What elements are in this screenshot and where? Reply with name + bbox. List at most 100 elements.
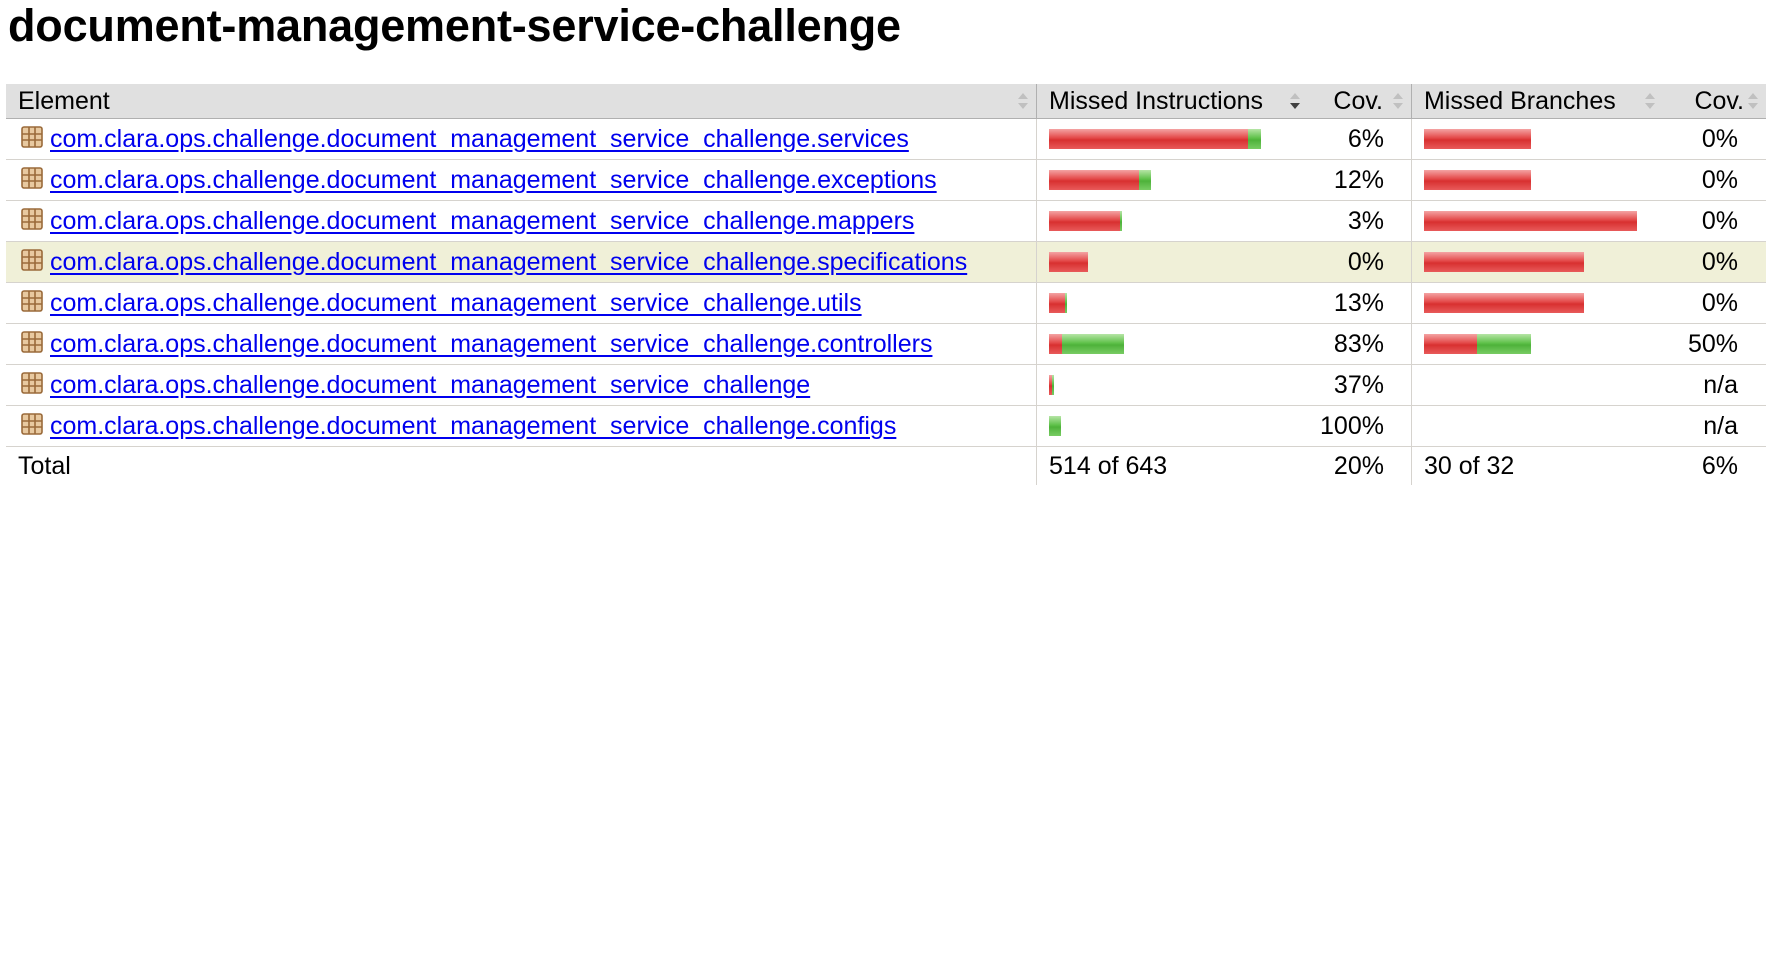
table-header-row: Element Missed Instructions Cov. Missed … bbox=[6, 84, 1766, 119]
element-cell: com.clara.ops.challenge.document_managem… bbox=[6, 282, 1038, 324]
total-label: Total bbox=[6, 446, 1038, 485]
missed-branches-cell bbox=[1411, 323, 1664, 365]
element-cell: com.clara.ops.challenge.document_managem… bbox=[6, 241, 1038, 283]
element-cell: com.clara.ops.challenge.document_managem… bbox=[6, 323, 1038, 365]
branches-coverage: 0% bbox=[1663, 241, 1766, 283]
element-cell: com.clara.ops.challenge.document_managem… bbox=[6, 405, 1038, 447]
instructions-coverage: 37% bbox=[1308, 364, 1412, 406]
branches-coverage: n/a bbox=[1663, 405, 1766, 447]
covered-segment bbox=[1062, 334, 1125, 354]
instructions-bar bbox=[1049, 252, 1296, 272]
branches-coverage: 0% bbox=[1663, 159, 1766, 201]
missed-segment bbox=[1049, 129, 1249, 149]
missed-branches-cell bbox=[1411, 118, 1664, 160]
missed-instructions-cell bbox=[1036, 118, 1309, 160]
header-cov-instructions-label: Cov. bbox=[1333, 86, 1383, 115]
missed-branches-cell bbox=[1411, 364, 1664, 406]
package-link[interactable]: com.clara.ops.challenge.document_managem… bbox=[50, 207, 914, 235]
instructions-coverage: 83% bbox=[1308, 323, 1412, 365]
missed-branches-cell bbox=[1411, 200, 1664, 242]
header-missed-instructions[interactable]: Missed Instructions bbox=[1036, 84, 1309, 119]
instructions-coverage: 12% bbox=[1308, 159, 1412, 201]
missed-instructions-cell bbox=[1036, 405, 1309, 447]
instructions-coverage: 3% bbox=[1308, 200, 1412, 242]
header-cov-branches[interactable]: Cov. bbox=[1663, 84, 1766, 119]
missed-segment bbox=[1049, 170, 1140, 190]
package-icon bbox=[20, 289, 44, 313]
covered-segment bbox=[1049, 416, 1062, 436]
branches-coverage: 50% bbox=[1663, 323, 1766, 365]
sort-icon[interactable] bbox=[1746, 90, 1760, 112]
package-link[interactable]: com.clara.ops.challenge.document_managem… bbox=[50, 412, 896, 440]
missed-instructions-cell bbox=[1036, 241, 1309, 283]
element-cell: com.clara.ops.challenge.document_managem… bbox=[6, 159, 1038, 201]
missed-segment bbox=[1049, 293, 1066, 313]
instructions-bar bbox=[1049, 416, 1296, 436]
branches-bar bbox=[1424, 375, 1651, 395]
element-cell: com.clara.ops.challenge.document_managem… bbox=[6, 118, 1038, 160]
instructions-coverage: 0% bbox=[1308, 241, 1412, 283]
package-icon bbox=[20, 412, 44, 436]
branches-bar bbox=[1423, 334, 1651, 354]
instructions-bar bbox=[1049, 170, 1296, 190]
branches-coverage: 0% bbox=[1663, 282, 1766, 324]
covered-segment bbox=[1065, 293, 1068, 313]
total-cov-instructions: 20% bbox=[1308, 446, 1412, 485]
package-link[interactable]: com.clara.ops.challenge.document_managem… bbox=[50, 125, 909, 153]
element-cell: com.clara.ops.challenge.document_managem… bbox=[6, 200, 1038, 242]
total-missed-instructions: 514 of 643 bbox=[1049, 451, 1168, 480]
total-row: Total 514 of 643 20% 30 of 32 6% bbox=[6, 446, 1766, 485]
instructions-bar bbox=[1049, 375, 1296, 395]
package-icon bbox=[20, 125, 44, 149]
sort-icon[interactable] bbox=[1391, 90, 1405, 112]
missed-segment bbox=[1423, 293, 1584, 313]
element-cell: com.clara.ops.challenge.document_managem… bbox=[6, 364, 1038, 406]
header-element[interactable]: Element bbox=[6, 84, 1038, 119]
table-row: com.clara.ops.challenge.document_managem… bbox=[6, 282, 1766, 324]
missed-segment bbox=[1049, 211, 1121, 231]
covered-segment bbox=[1139, 170, 1152, 190]
instructions-bar bbox=[1049, 211, 1296, 231]
total-missed-branches: 30 of 32 bbox=[1423, 451, 1515, 480]
branches-bar bbox=[1423, 293, 1651, 313]
instructions-bar bbox=[1049, 293, 1296, 313]
package-link[interactable]: com.clara.ops.challenge.document_managem… bbox=[50, 166, 937, 194]
package-link[interactable]: com.clara.ops.challenge.document_managem… bbox=[50, 289, 862, 317]
header-missed-instructions-label: Missed Instructions bbox=[1049, 86, 1263, 115]
missed-branches-cell bbox=[1411, 405, 1664, 447]
covered-segment bbox=[1052, 375, 1055, 395]
branches-coverage: 0% bbox=[1663, 200, 1766, 242]
package-icon bbox=[20, 207, 44, 231]
package-link[interactable]: com.clara.ops.challenge.document_managem… bbox=[50, 371, 810, 399]
missed-instructions-cell bbox=[1036, 282, 1309, 324]
covered-segment bbox=[1248, 129, 1262, 149]
sort-icon[interactable] bbox=[1016, 90, 1030, 112]
instructions-coverage: 6% bbox=[1308, 118, 1412, 160]
coverage-table: Element Missed Instructions Cov. Missed … bbox=[6, 84, 1766, 485]
covered-segment bbox=[1476, 334, 1531, 354]
sort-icon[interactable] bbox=[1643, 90, 1657, 112]
header-missed-branches[interactable]: Missed Branches bbox=[1411, 84, 1664, 119]
branches-bar bbox=[1423, 211, 1651, 231]
table-row: com.clara.ops.challenge.document_managem… bbox=[6, 405, 1766, 447]
missed-instructions-cell bbox=[1036, 200, 1309, 242]
missed-branches-cell bbox=[1411, 282, 1664, 324]
instructions-bar bbox=[1049, 129, 1296, 149]
branches-bar bbox=[1424, 416, 1651, 436]
package-link[interactable]: com.clara.ops.challenge.document_managem… bbox=[50, 248, 967, 276]
package-icon bbox=[20, 330, 44, 354]
header-element-label: Element bbox=[18, 86, 110, 115]
missed-segment bbox=[1423, 211, 1637, 231]
table-row-highlighted: com.clara.ops.challenge.document_managem… bbox=[6, 241, 1766, 283]
page-title: document-management-service-challenge bbox=[8, 0, 901, 51]
table-row: com.clara.ops.challenge.document_managem… bbox=[6, 364, 1766, 406]
branches-coverage: 0% bbox=[1663, 118, 1766, 160]
instructions-coverage: 13% bbox=[1308, 282, 1412, 324]
package-link[interactable]: com.clara.ops.challenge.document_managem… bbox=[50, 330, 932, 358]
covered-segment bbox=[1120, 211, 1123, 231]
header-cov-instructions[interactable]: Cov. bbox=[1308, 84, 1412, 119]
missed-branches-cell bbox=[1411, 241, 1664, 283]
sort-desc-icon[interactable] bbox=[1288, 90, 1302, 112]
missed-segment bbox=[1423, 129, 1531, 149]
table-row: com.clara.ops.challenge.document_managem… bbox=[6, 323, 1766, 365]
